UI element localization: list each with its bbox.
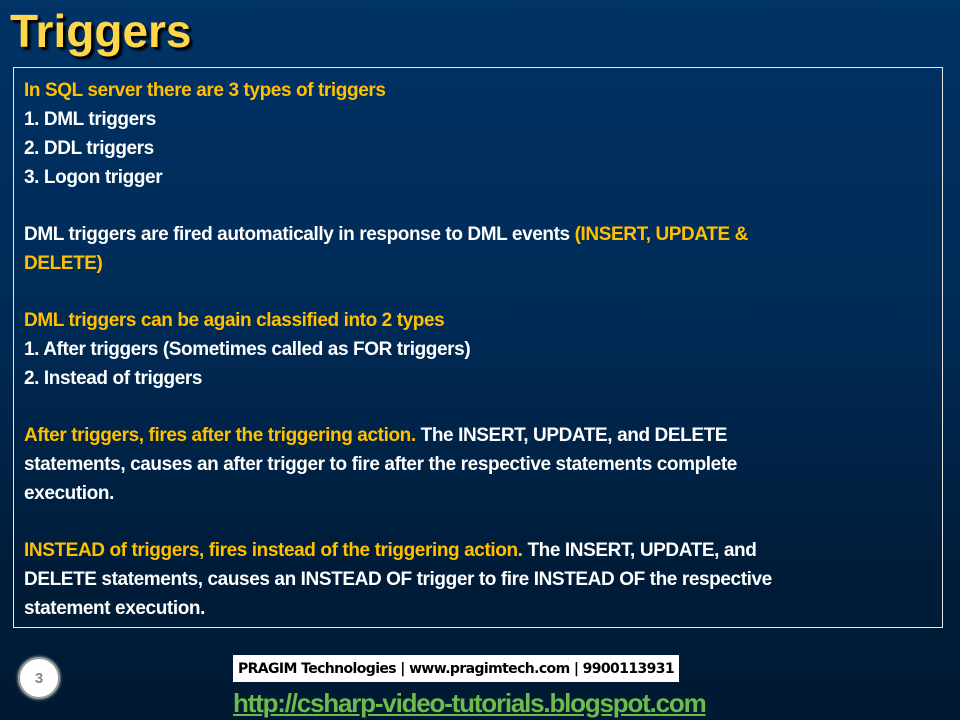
body-text: 1. After triggers (Sometimes called as F… bbox=[24, 339, 471, 360]
text-line: INSTEAD of triggers, fires instead of th… bbox=[24, 536, 924, 565]
text-line: execution. bbox=[24, 479, 924, 508]
text-line: 2. DDL triggers bbox=[24, 134, 924, 163]
highlighted-text: DML triggers can be again classified int… bbox=[24, 310, 445, 331]
body-text: statements, causes an after trigger to f… bbox=[24, 454, 737, 475]
text-line: DML triggers are fired automatically in … bbox=[24, 220, 924, 249]
highlighted-text: In SQL server there are 3 types of trigg… bbox=[24, 80, 386, 101]
body-text: 1. DML triggers bbox=[24, 109, 156, 130]
text-line: 1. DML triggers bbox=[24, 105, 924, 134]
text-line: In SQL server there are 3 types of trigg… bbox=[24, 76, 924, 105]
body-text: The INSERT, UPDATE, and bbox=[527, 540, 757, 561]
text-line: DELETE) bbox=[24, 249, 924, 278]
content-box: In SQL server there are 3 types of trigg… bbox=[13, 67, 943, 628]
body-text: DELETE statements, causes an INSTEAD OF … bbox=[24, 569, 772, 590]
highlighted-text: DELETE) bbox=[24, 253, 103, 274]
body-text: 2. Instead of triggers bbox=[24, 368, 203, 389]
body-text: execution. bbox=[24, 483, 114, 504]
slide-number: 3 bbox=[18, 657, 60, 699]
text-line: 1. After triggers (Sometimes called as F… bbox=[24, 335, 924, 364]
content-text: In SQL server there are 3 types of trigg… bbox=[24, 76, 924, 623]
text-line: 2. Instead of triggers bbox=[24, 364, 924, 393]
body-text: 3. Logon trigger bbox=[24, 167, 163, 188]
body-text: 2. DDL triggers bbox=[24, 138, 154, 159]
slide-title: Triggers bbox=[10, 5, 192, 57]
text-line: DML triggers can be again classified int… bbox=[24, 306, 924, 335]
footer-banner: PRAGIM Technologies | www.pragimtech.com… bbox=[233, 655, 679, 682]
highlighted-text: After triggers, fires after the triggeri… bbox=[24, 425, 421, 446]
text-line: After triggers, fires after the triggeri… bbox=[24, 421, 924, 450]
body-text: DML triggers are fired automatically in … bbox=[24, 224, 575, 245]
blog-link[interactable]: http://csharp-video-tutorials.blogspot.c… bbox=[233, 688, 707, 719]
text-line: statements, causes an after trigger to f… bbox=[24, 450, 924, 479]
body-text: statement execution. bbox=[24, 598, 205, 619]
text-line: DELETE statements, causes an INSTEAD OF … bbox=[24, 565, 924, 594]
highlighted-text: INSTEAD of triggers, fires instead of th… bbox=[24, 540, 528, 561]
highlighted-text: (INSERT, UPDATE & bbox=[574, 224, 749, 245]
text-line: statement execution. bbox=[24, 594, 924, 623]
body-text: The INSERT, UPDATE, and DELETE bbox=[420, 425, 728, 446]
text-line: 3. Logon trigger bbox=[24, 163, 924, 192]
